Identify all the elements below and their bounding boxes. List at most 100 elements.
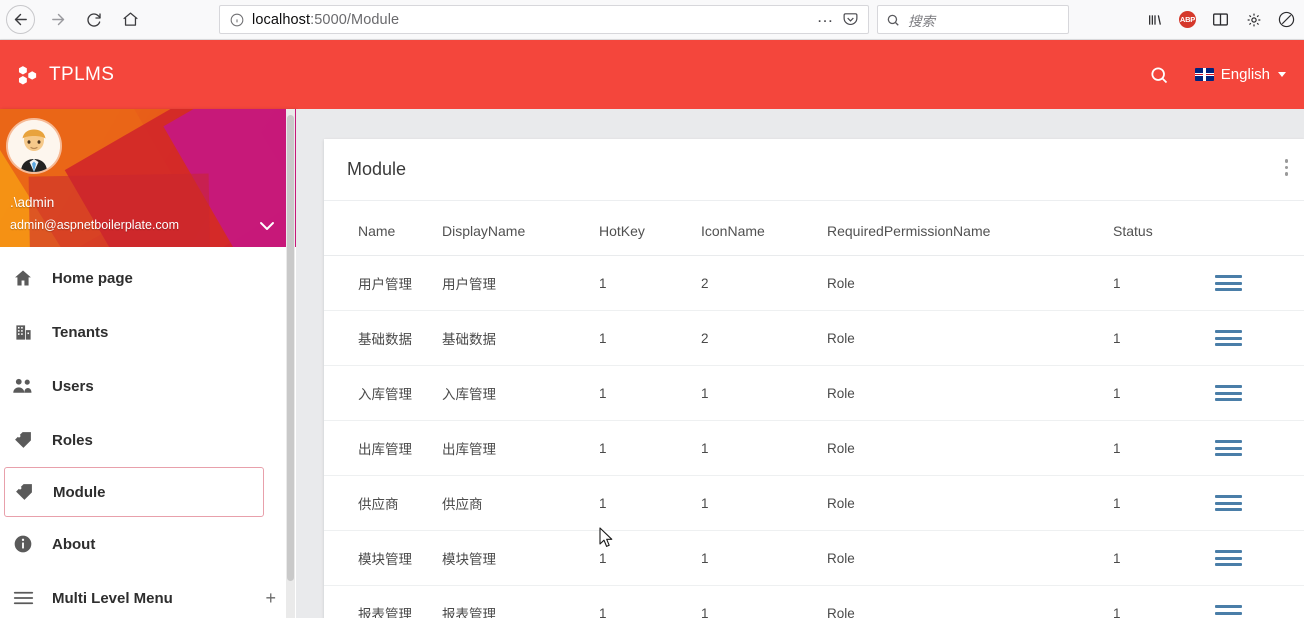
row-action-menu-icon[interactable] [1215, 385, 1242, 401]
tag-icon [12, 430, 34, 450]
cell-name: 模块管理 [324, 530, 442, 586]
people-icon [12, 376, 34, 396]
cell-display-name: 供应商 [442, 475, 599, 531]
brand[interactable]: TPLMS [16, 63, 114, 86]
cell-status: 1 [1113, 530, 1215, 586]
card-header: Module [324, 139, 1304, 201]
cell-name: 用户管理 [324, 255, 442, 311]
browser-search-bar[interactable]: 搜索 [877, 5, 1069, 34]
home-icon [12, 268, 34, 288]
cell-display-name: 用户管理 [442, 255, 599, 311]
pocket-icon[interactable] [842, 11, 862, 28]
table-header-row: Name DisplayName HotKey IconName Require… [324, 201, 1304, 256]
decor-shape-5 [28, 173, 212, 247]
language-selector[interactable]: English [1194, 66, 1286, 83]
chevron-down-icon[interactable] [258, 219, 276, 237]
sidebar-item-roles[interactable]: Roles [0, 413, 296, 467]
sidebar-item-home-page[interactable]: Home page [0, 251, 296, 305]
table-row[interactable]: 出库管理 出库管理 1 1 Role 1 [324, 420, 1304, 476]
browser-nav-buttons [0, 4, 147, 36]
sidebar-item-about[interactable]: About [0, 517, 296, 571]
more-vertical-icon[interactable] [1281, 155, 1293, 180]
cell-status: 1 [1113, 475, 1215, 531]
cell-status: 1 [1113, 310, 1215, 366]
cell-hot-key: 1 [599, 310, 701, 366]
sidebar-item-label: About [52, 535, 96, 553]
expand-plus-icon[interactable]: + [265, 588, 276, 609]
cell-actions [1215, 585, 1304, 618]
cell-required-permission-name: Role [827, 420, 1113, 476]
header-actions: English [1149, 65, 1286, 85]
cell-icon-name: 1 [701, 530, 827, 586]
table-row[interactable]: 报表管理 报表管理 1 1 Role 1 [324, 585, 1304, 618]
cell-hot-key: 1 [599, 420, 701, 476]
home-button[interactable] [113, 4, 147, 36]
library-icon[interactable] [1139, 5, 1170, 34]
cell-hot-key: 1 [599, 475, 701, 531]
sidebar-item-tenants[interactable]: Tenants [0, 305, 296, 359]
row-action-menu-icon[interactable] [1215, 440, 1242, 456]
tag-icon [13, 482, 35, 502]
cell-icon-name: 1 [701, 365, 827, 421]
cell-name: 入库管理 [324, 365, 442, 421]
sidebar-item-users[interactable]: Users [0, 359, 296, 413]
search-icon[interactable] [1149, 65, 1169, 85]
cell-required-permission-name: Role [827, 530, 1113, 586]
chevron-down-icon [1278, 72, 1286, 77]
cell-display-name: 出库管理 [442, 420, 599, 476]
table-row[interactable]: 用户管理 用户管理 1 2 Role 1 [324, 255, 1304, 311]
avatar[interactable] [8, 120, 60, 172]
row-action-menu-icon[interactable] [1215, 275, 1242, 291]
row-action-menu-icon[interactable] [1215, 605, 1242, 618]
sidebar-item-multi-level-menu[interactable]: Multi Level Menu + [0, 571, 296, 618]
forward-button[interactable] [41, 4, 75, 36]
cell-status: 1 [1113, 585, 1215, 618]
sidebar-item-label: Home page [52, 269, 133, 287]
cell-actions [1215, 310, 1304, 366]
cell-hot-key: 1 [599, 255, 701, 311]
row-action-menu-icon[interactable] [1215, 330, 1242, 346]
page-actions-icon[interactable]: … [813, 7, 843, 33]
cell-display-name: 报表管理 [442, 585, 599, 618]
row-action-menu-icon[interactable] [1215, 550, 1242, 566]
table-row[interactable]: 模块管理 模块管理 1 1 Role 1 [324, 530, 1304, 586]
cell-display-name: 基础数据 [442, 310, 599, 366]
cell-name: 报表管理 [324, 585, 442, 618]
url-text[interactable]: localhost:5000/Module [252, 12, 813, 28]
sidebar-icon[interactable] [1205, 5, 1236, 34]
column-header-requiredpermissionname[interactable]: RequiredPermissionName [827, 201, 1113, 256]
cell-hot-key: 1 [599, 585, 701, 618]
address-bar[interactable]: localhost:5000/Module … [219, 5, 869, 34]
sidebar-scrollbar-thumb[interactable] [286, 115, 294, 581]
browser-toolbar: localhost:5000/Module … 搜索 ABP [0, 0, 1304, 40]
module-table: Name DisplayName HotKey IconName Require… [324, 201, 1304, 618]
main-content: Module Name DisplayName HotKey IconName … [296, 109, 1304, 618]
back-button[interactable] [6, 5, 35, 34]
reload-button[interactable] [77, 4, 111, 36]
table-row[interactable]: 入库管理 入库管理 1 1 Role 1 [324, 365, 1304, 421]
column-header-hotkey[interactable]: HotKey [599, 201, 701, 256]
site-info-icon[interactable] [230, 13, 244, 27]
page-title: Module [347, 159, 407, 179]
sidebar-scrollbar-track[interactable] [286, 109, 295, 618]
extension-icon[interactable] [1271, 5, 1302, 34]
row-action-menu-icon[interactable] [1215, 495, 1242, 511]
cell-display-name: 模块管理 [442, 530, 599, 586]
url-host: localhost [252, 11, 311, 28]
column-header-iconname[interactable]: IconName [701, 201, 827, 256]
sidebar-item-module[interactable]: Module [4, 467, 264, 517]
hamburger-icon [12, 590, 34, 606]
column-header-status[interactable]: Status [1113, 201, 1215, 256]
sidebar-item-label: Users [52, 377, 94, 395]
app-header: TPLMS English [0, 40, 1304, 109]
table-row[interactable]: 基础数据 基础数据 1 2 Role 1 [324, 310, 1304, 366]
brand-title: TPLMS [49, 63, 115, 85]
gear-icon[interactable] [1238, 5, 1269, 34]
user-profile-panel[interactable]: .\admin admin@aspnetboilerplate.com [0, 109, 296, 247]
cell-status: 1 [1113, 420, 1215, 476]
table-row[interactable]: 供应商 供应商 1 1 Role 1 [324, 475, 1304, 531]
adblock-plus-icon[interactable]: ABP [1172, 5, 1203, 34]
column-header-displayname[interactable]: DisplayName [442, 201, 599, 256]
column-header-name[interactable]: Name [324, 201, 442, 256]
sidebar-item-label: Module [53, 483, 106, 501]
